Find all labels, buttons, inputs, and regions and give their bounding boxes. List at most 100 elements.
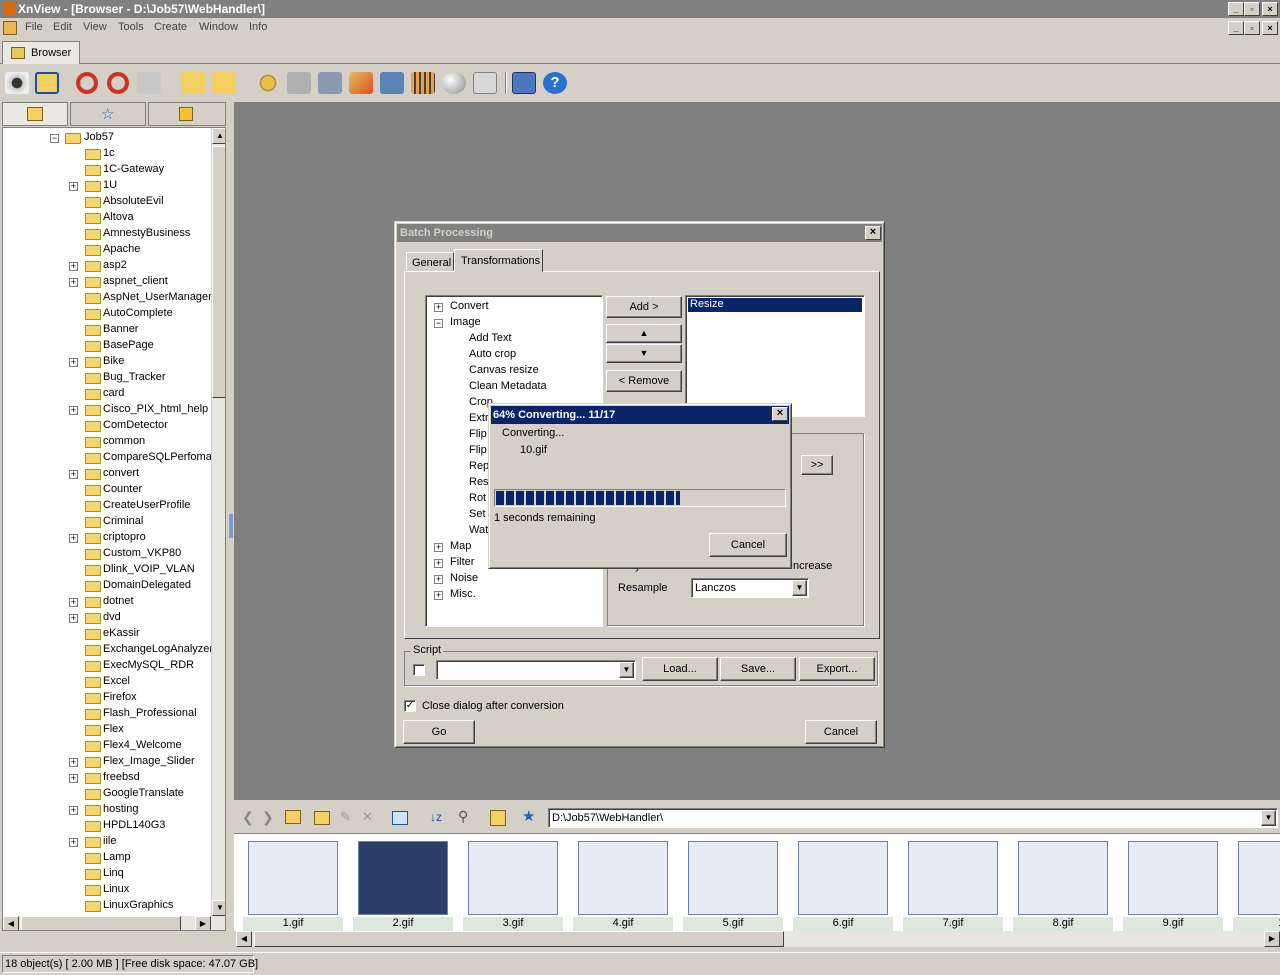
tab-catalog[interactable] xyxy=(148,102,226,126)
expand-icon[interactable]: + xyxy=(69,182,78,191)
browse-icon[interactable] xyxy=(35,72,59,94)
thumbnail[interactable]: 1.gif xyxy=(243,839,343,931)
transform-tree-item[interactable]: Set xyxy=(469,508,486,520)
delete-icon[interactable]: ✕ xyxy=(362,809,373,825)
tree-item[interactable]: ComDetector xyxy=(3,418,211,434)
expand-icon[interactable]: + xyxy=(69,262,78,271)
tree-item[interactable]: + dotnet xyxy=(3,594,211,610)
tree-item[interactable]: + hosting xyxy=(3,802,211,818)
child-minimize-button[interactable]: _ xyxy=(1228,21,1244,35)
tree-item[interactable]: Flex xyxy=(3,722,211,738)
tree-item[interactable]: GoogleTranslate xyxy=(3,786,211,802)
tree-item[interactable]: Flash_Professional xyxy=(3,706,211,722)
transform-tree-item[interactable]: Rep xyxy=(469,460,489,472)
tree-item[interactable]: Bug_Tracker xyxy=(3,370,211,386)
transform-tree-item[interactable]: Canvas resize xyxy=(469,364,539,376)
convert-icon[interactable] xyxy=(349,72,373,94)
go-button[interactable]: Go xyxy=(403,720,475,744)
selected-transforms-list[interactable]: Resize xyxy=(685,295,865,417)
tree-horizontal-scrollbar[interactable]: ◀ ▶ xyxy=(3,916,225,930)
path-input[interactable]: D:\Job57\WebHandler\ ▼ xyxy=(548,808,1278,828)
tree-item[interactable]: + Flex_Image_Slider xyxy=(3,754,211,770)
tree-item[interactable]: 1c xyxy=(3,146,211,162)
expand-icon[interactable]: + xyxy=(69,598,78,607)
thumbnail[interactable]: 2.gif xyxy=(353,839,453,931)
tree-item[interactable]: DomainDelegated xyxy=(3,578,211,594)
tree-item-root[interactable]: − Job57 xyxy=(3,130,211,146)
camera-icon[interactable] xyxy=(380,72,404,94)
thumbnail[interactable]: 5.gif xyxy=(683,839,783,931)
move-down-button[interactable]: ▼ xyxy=(606,344,682,363)
thumbnail[interactable]: 7.gif xyxy=(903,839,1003,931)
favorites-star-icon[interactable]: ★ xyxy=(522,807,535,825)
tree-item[interactable]: Linq xyxy=(3,866,211,882)
slideshow-icon[interactable] xyxy=(411,72,435,94)
splitter-grip[interactable] xyxy=(229,514,233,538)
folder-tree[interactable]: − Job57 1c 1C-Gateway +1U AbsoluteEvil Altov… xyxy=(2,127,226,931)
tab-general[interactable]: General xyxy=(406,252,454,271)
transform-tree-item[interactable]: Extr xyxy=(469,412,489,424)
tree-item[interactable]: Lamp xyxy=(3,850,211,866)
rotate-icon[interactable] xyxy=(106,72,130,94)
tree-item[interactable]: + freebsd xyxy=(3,770,211,786)
expand-icon[interactable]: + xyxy=(434,575,443,584)
expand-icon[interactable]: + xyxy=(69,358,78,367)
expand-icon[interactable]: + xyxy=(434,559,443,568)
menu-tools[interactable]: Tools xyxy=(118,21,144,33)
scroll-right-button[interactable]: ▶ xyxy=(195,916,211,930)
dialog-close-button[interactable]: × xyxy=(865,226,881,240)
back-arrow-icon[interactable]: ❮ xyxy=(242,809,254,826)
thumbnail[interactable]: 9.gif xyxy=(1123,839,1223,931)
expand-icon[interactable]: + xyxy=(69,406,78,415)
new-folder-icon[interactable] xyxy=(314,811,330,825)
hscroll-thumb[interactable] xyxy=(21,916,181,930)
transform-tree-item[interactable]: Rot xyxy=(469,492,486,504)
expand-icon[interactable]: + xyxy=(69,774,78,783)
add-button[interactable]: Add > xyxy=(606,296,682,318)
thumbnail[interactable]: 8.gif xyxy=(1013,839,1113,931)
expand-icon[interactable]: + xyxy=(69,534,78,543)
sort-icon[interactable]: ↓z xyxy=(430,810,442,824)
child-close-button[interactable]: × xyxy=(1262,21,1278,35)
chevron-down-icon[interactable]: ▼ xyxy=(792,580,807,596)
scroll-up-button[interactable]: ▲ xyxy=(212,128,225,144)
scroll-left-button[interactable]: ◀ xyxy=(3,916,19,930)
transform-tree-item[interactable]: Auto crop xyxy=(469,348,516,360)
transform-tree-item[interactable]: Flip xyxy=(469,428,487,440)
expand-icon[interactable]: + xyxy=(69,838,78,847)
transform-tree-item[interactable]: Convert xyxy=(450,300,489,312)
tree-item[interactable]: Altova xyxy=(3,210,211,226)
tree-item[interactable]: Counter xyxy=(3,482,211,498)
close-window-button[interactable]: × xyxy=(1262,2,1278,16)
scanner-icon[interactable] xyxy=(318,72,342,94)
script-checkbox[interactable] xyxy=(413,664,425,676)
printer-icon[interactable] xyxy=(287,72,311,94)
refresh-icon[interactable] xyxy=(75,72,99,94)
tree-item[interactable]: + aspnet_client xyxy=(3,274,211,290)
progress-close-button[interactable]: × xyxy=(772,407,788,421)
chevron-down-icon[interactable]: ▼ xyxy=(619,662,634,678)
parent-folder-icon[interactable] xyxy=(285,810,301,824)
remove-button[interactable]: < Remove xyxy=(606,370,682,392)
menu-file[interactable]: File xyxy=(25,21,43,33)
tree-item[interactable]: + asp2 xyxy=(3,258,211,274)
forward-arrow-icon[interactable]: ❯ xyxy=(262,809,274,826)
tree-item[interactable]: + Cisco_PIX_html_help xyxy=(3,402,211,418)
tab-browser[interactable]: Browser xyxy=(2,41,80,64)
thumbnail[interactable]: 1( xyxy=(1233,839,1280,931)
transform-tree-item[interactable]: Image xyxy=(450,316,481,328)
tree-item[interactable]: Dlink_VOIP_VLAN xyxy=(3,562,211,578)
scroll-right-button[interactable]: ▶ xyxy=(1264,931,1280,947)
tree-item[interactable]: ExchangeLogAnalyzer xyxy=(3,642,213,658)
tree-item[interactable]: AmnestyBusiness xyxy=(3,226,211,242)
expand-icon[interactable]: + xyxy=(69,758,78,767)
transform-tree-item[interactable]: Noise xyxy=(450,572,478,584)
transform-tree-item[interactable]: Map xyxy=(450,540,471,552)
tree-item[interactable]: AspNet_UserManager xyxy=(3,290,212,306)
tree-item[interactable]: card xyxy=(3,386,211,402)
transform-tree-item[interactable]: Clean Metadata xyxy=(469,380,547,392)
scroll-left-button[interactable]: ◀ xyxy=(236,931,252,947)
tree-item[interactable]: HPDL140G3 xyxy=(3,818,211,834)
menu-create[interactable]: Create xyxy=(154,21,187,33)
transform-tree-item[interactable]: Misc. xyxy=(450,588,476,600)
